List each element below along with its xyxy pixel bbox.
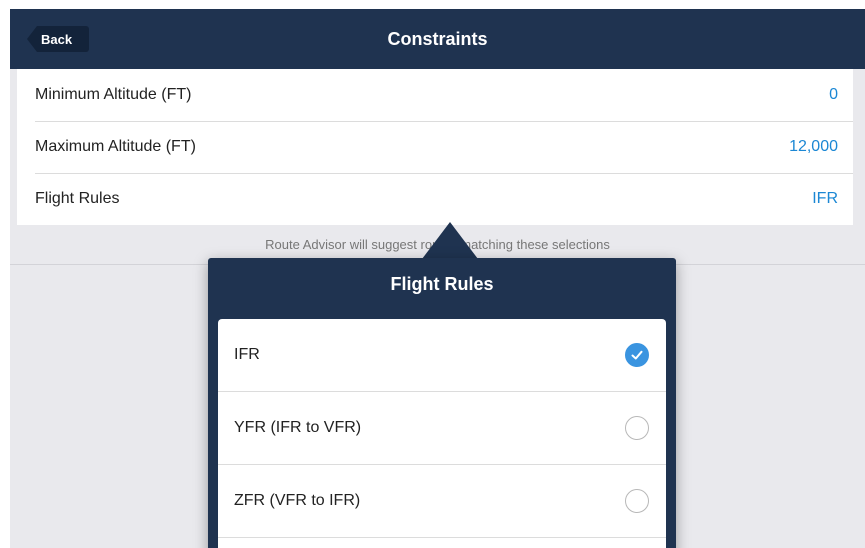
radio-circle-icon[interactable] bbox=[625, 489, 649, 513]
page-title: Constraints bbox=[387, 28, 488, 49]
row-value: 12,000 bbox=[789, 138, 838, 155]
row-value: 0 bbox=[829, 86, 838, 103]
minimum-altitude-row[interactable]: Minimum Altitude (FT) 0 bbox=[17, 69, 853, 121]
constraints-list: Minimum Altitude (FT) 0 Maximum Altitude… bbox=[17, 69, 853, 225]
row-label: Minimum Altitude (FT) bbox=[35, 86, 192, 103]
option-yfr[interactable]: YFR (IFR to VFR) bbox=[218, 392, 666, 465]
option-label: YFR (IFR to VFR) bbox=[234, 419, 362, 436]
flight-rules-options: IFR YFR (IFR to VFR) ZFR (VFR to IFR) bbox=[218, 319, 666, 548]
popover-arrow bbox=[422, 222, 478, 259]
flight-rules-row[interactable]: Flight Rules IFR bbox=[17, 173, 853, 225]
row-value: IFR bbox=[812, 190, 838, 207]
option-label: ZFR (VFR to IFR) bbox=[234, 492, 361, 509]
option-label: IFR bbox=[234, 346, 260, 363]
maximum-altitude-row[interactable]: Maximum Altitude (FT) 12,000 bbox=[17, 121, 853, 173]
option-zfr[interactable]: ZFR (VFR to IFR) bbox=[218, 465, 666, 538]
flight-rules-popover: Flight Rules IFR YFR (IFR to VFR) ZFR (V… bbox=[208, 258, 676, 548]
checkmark-icon[interactable] bbox=[625, 343, 649, 367]
navigation-bar: Back Constraints bbox=[10, 9, 865, 69]
row-label: Flight Rules bbox=[35, 190, 120, 207]
row-label: Maximum Altitude (FT) bbox=[35, 138, 196, 155]
popover-title: Flight Rules bbox=[390, 274, 494, 294]
radio-circle-icon[interactable] bbox=[625, 416, 649, 440]
option-ifr[interactable]: IFR bbox=[218, 319, 666, 392]
app-window: Back Constraints Minimum Altitude (FT) 0… bbox=[10, 9, 865, 548]
